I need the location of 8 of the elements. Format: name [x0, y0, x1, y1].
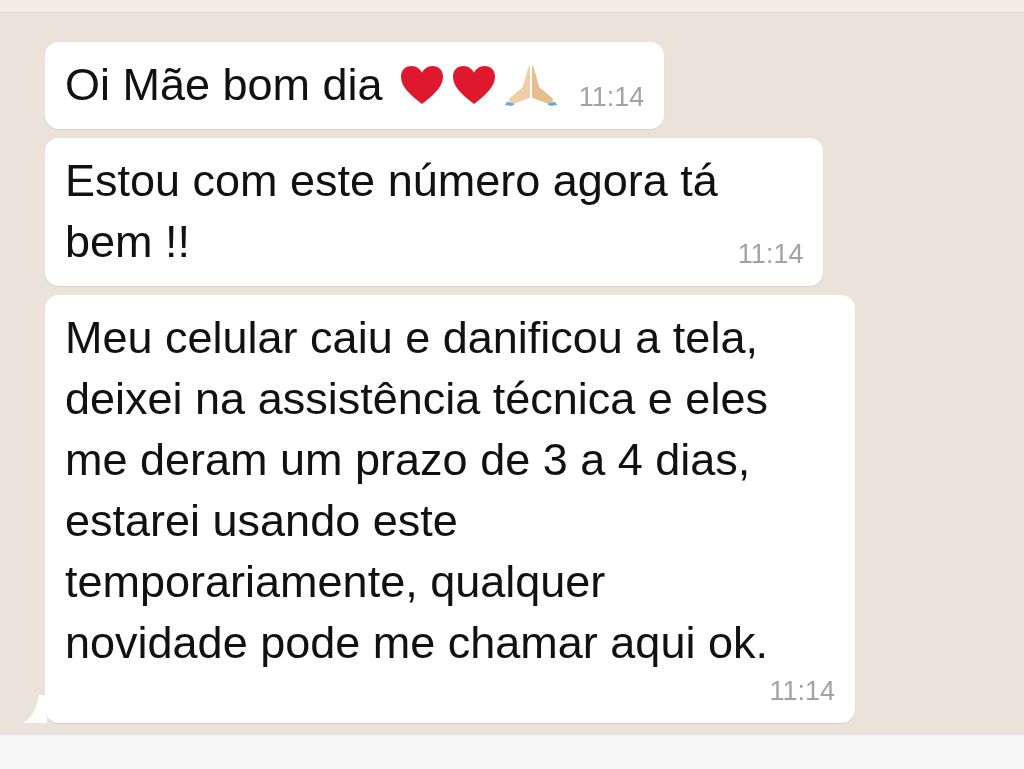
heart-icon: [398, 64, 445, 106]
message-text: Meu celular caiu e danificou a tela, deixei na assistência técnica e eles me deram um prazo de 3 a 4 dias, estarei usando este temporariamente, qualquer novidade pode me chamar aqui ok.: [65, 312, 768, 668]
message-text: Estou com este número agora tá bem !!: [65, 155, 718, 267]
heart-icon: [450, 64, 497, 106]
message-time: 11:14: [737, 238, 804, 271]
message-time: 11:14: [769, 675, 835, 708]
message-text: Oi Mãe bom dia: [65, 59, 383, 110]
message-time: 11:14: [578, 81, 645, 114]
